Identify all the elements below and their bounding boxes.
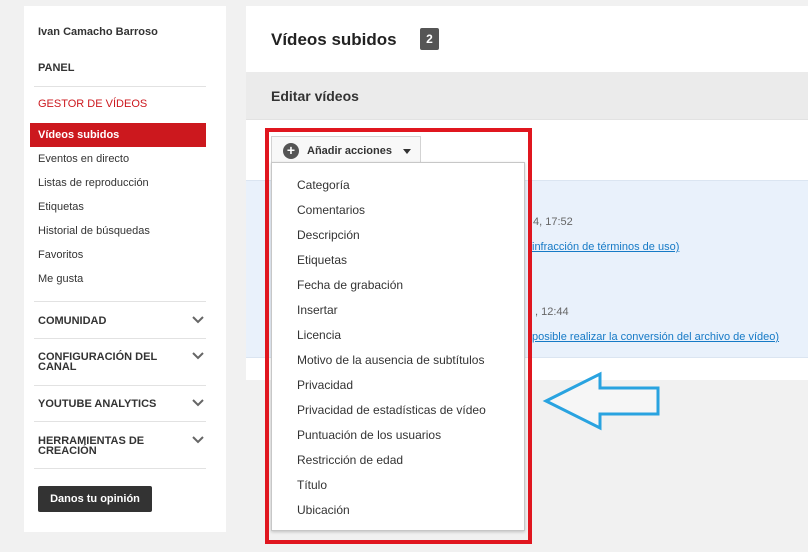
- video-date: 4, 17:52: [533, 216, 573, 228]
- sidebar-item-video-manager[interactable]: GESTOR DE VÍDEOS: [38, 98, 147, 110]
- menu-item-privacy[interactable]: Privacidad: [272, 373, 524, 398]
- chevron-down-icon: [192, 436, 204, 444]
- section-label: HERRAMIENTAS DE CREACIÓN: [38, 435, 145, 457]
- sidebar-section-community[interactable]: COMUNIDAD: [38, 315, 204, 327]
- video-date: , 12:44: [535, 306, 569, 318]
- edit-videos-bar: Editar vídeos: [246, 72, 808, 120]
- sidebar: Ivan Camacho Barroso PANEL GESTOR DE VÍD…: [24, 6, 226, 532]
- video-count-badge: 2: [420, 28, 439, 50]
- user-name[interactable]: Ivan Camacho Barroso: [38, 26, 158, 38]
- sidebar-item-likes[interactable]: Me gusta: [38, 273, 83, 285]
- page-header: Vídeos subidos 2: [246, 6, 808, 72]
- menu-item-location[interactable]: Ubicación: [272, 498, 524, 523]
- chevron-down-icon: [192, 399, 204, 407]
- add-actions-label: Añadir acciones: [307, 145, 392, 157]
- menu-item-user-ratings[interactable]: Puntuación de los usuarios: [272, 423, 524, 448]
- video-status-link[interactable]: infracción de términos de uso): [532, 241, 679, 253]
- sidebar-item-favorites[interactable]: Favoritos: [38, 249, 83, 261]
- menu-item-no-captions-reason[interactable]: Motivo de la ausencia de subtítulos: [272, 348, 524, 373]
- menu-item-comments[interactable]: Comentarios: [272, 198, 524, 223]
- menu-item-description[interactable]: Descripción: [272, 223, 524, 248]
- divider: [34, 468, 206, 469]
- menu-item-embed[interactable]: Insertar: [272, 298, 524, 323]
- menu-item-recording-date[interactable]: Fecha de grabación: [272, 273, 524, 298]
- divider: [34, 301, 206, 302]
- sidebar-section-channel-settings[interactable]: CONFIGURACIÓN DEL CANAL: [38, 351, 204, 373]
- menu-item-age-restriction[interactable]: Restricción de edad: [272, 448, 524, 473]
- actions-dropdown-menu: Categoría Comentarios Descripción Etique…: [271, 162, 525, 531]
- caret-down-icon: [403, 149, 411, 154]
- edit-videos-title: Editar vídeos: [271, 88, 359, 104]
- menu-item-tags[interactable]: Etiquetas: [272, 248, 524, 273]
- section-label: COMUNIDAD: [38, 315, 107, 327]
- menu-item-stats-privacy[interactable]: Privacidad de estadísticas de vídeo: [272, 398, 524, 423]
- video-status-link[interactable]: posible realizar la conversión del archi…: [532, 331, 779, 343]
- sidebar-section-youtube-analytics[interactable]: YOUTUBE ANALYTICS: [38, 398, 204, 410]
- feedback-button[interactable]: Danos tu opinión: [38, 486, 152, 512]
- divider: [34, 338, 206, 339]
- menu-item-license[interactable]: Licencia: [272, 323, 524, 348]
- sidebar-item-uploaded-videos[interactable]: Vídeos subidos: [30, 123, 206, 147]
- sidebar-item-search-history[interactable]: Historial de búsquedas: [38, 225, 150, 237]
- plus-circle-icon: +: [283, 143, 299, 159]
- section-label: CONFIGURACIÓN DEL CANAL: [38, 351, 157, 373]
- sidebar-section-creation-tools[interactable]: HERRAMIENTAS DE CREACIÓN: [38, 435, 204, 457]
- divider: [34, 385, 206, 386]
- sidebar-item-playlists[interactable]: Listas de reproducción: [38, 177, 149, 189]
- menu-item-category[interactable]: Categoría: [272, 173, 524, 198]
- actions-menu-list: Categoría Comentarios Descripción Etique…: [272, 163, 524, 523]
- page-title: Vídeos subidos: [271, 30, 397, 49]
- divider: [34, 421, 206, 422]
- sidebar-item-tags[interactable]: Etiquetas: [38, 201, 84, 213]
- chevron-down-icon: [192, 316, 204, 324]
- add-actions-button[interactable]: + Añadir acciones: [271, 136, 421, 163]
- sidebar-item-panel[interactable]: PANEL: [38, 62, 74, 74]
- divider: [34, 86, 206, 87]
- menu-item-title[interactable]: Título: [272, 473, 524, 498]
- chevron-down-icon: [192, 352, 204, 360]
- sidebar-item-live-events[interactable]: Eventos en directo: [38, 153, 129, 165]
- section-label: YOUTUBE ANALYTICS: [38, 398, 157, 410]
